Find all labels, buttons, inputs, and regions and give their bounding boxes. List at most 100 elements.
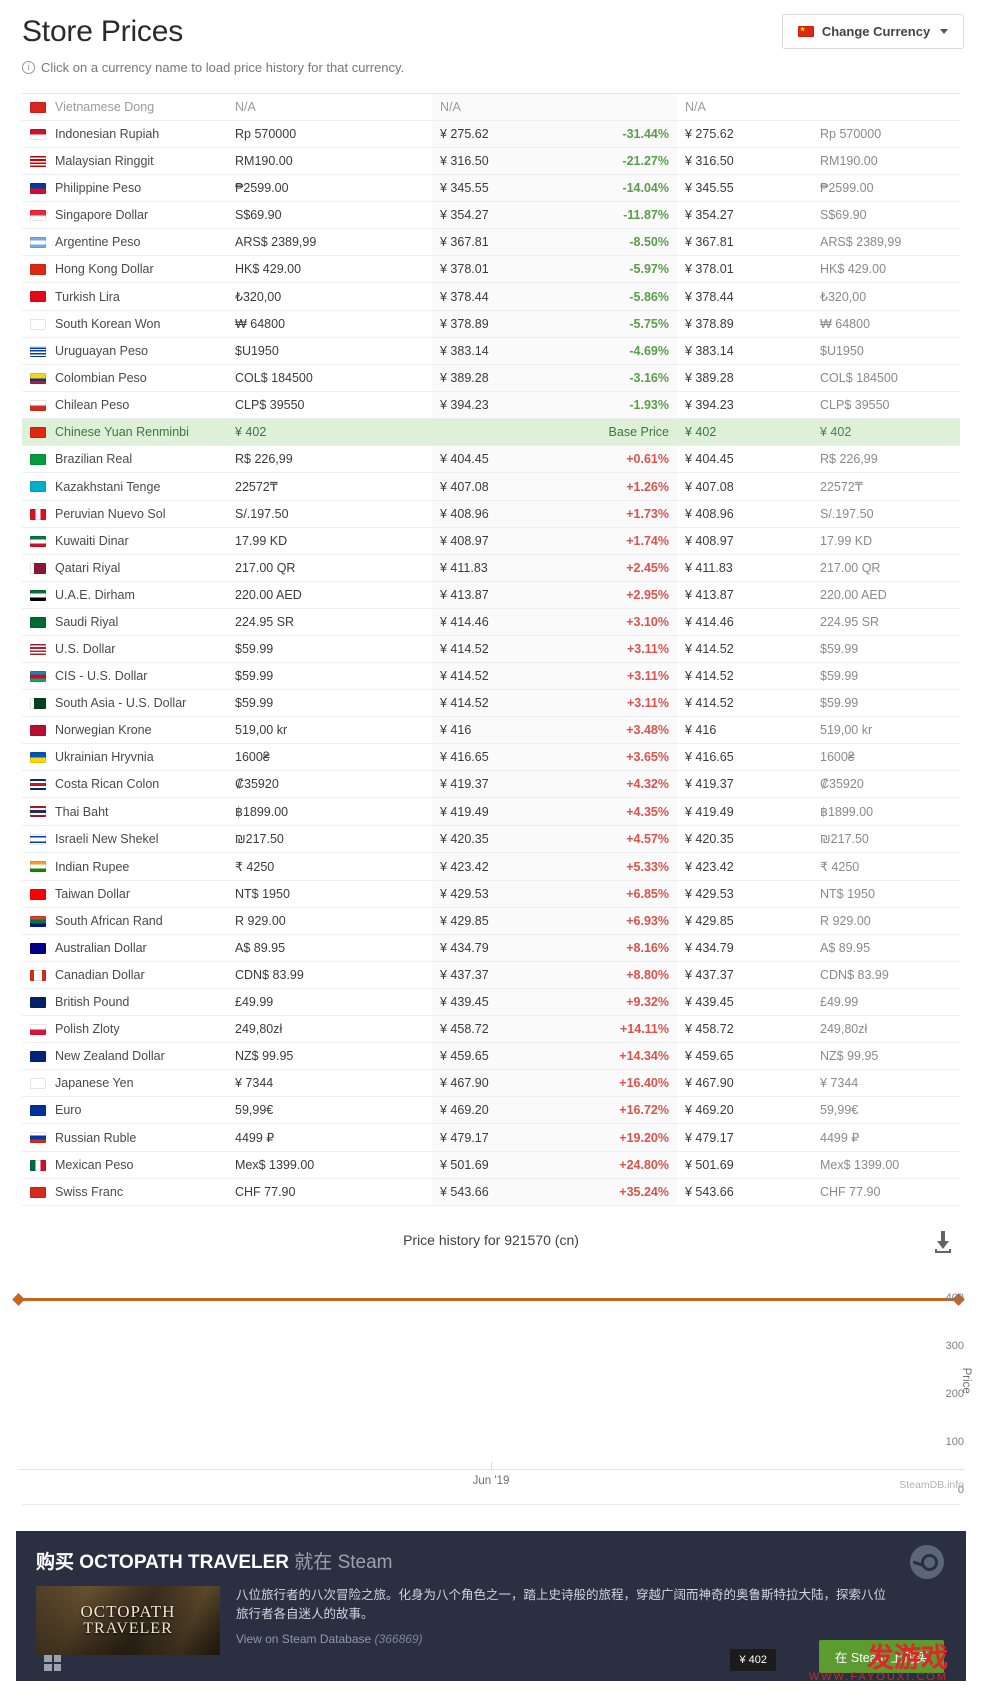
table-row[interactable]: Philippine Peso ₱2599.00 ¥ 345.55 -14.04% ¥ … <box>22 174 960 202</box>
watermark-url-text: WWW.FAYOUXI.COM <box>808 1671 948 1683</box>
table-row[interactable]: Indian Rupee ₹ 4250 ¥ 423.42 +5.33% ¥ 423.42… <box>22 852 960 881</box>
currency-name-cell[interactable]: South African Rand <box>22 908 227 935</box>
table-row[interactable]: Colombian Peso COL$ 184500 ¥ 389.28 -3.16% ¥… <box>22 364 960 392</box>
table-row[interactable]: U.A.E. Dirham 220.00 AED ¥ 413.87 +2.95% ¥ 4… <box>22 581 960 609</box>
lowest-price-cell: ¥ 408.97 <box>685 534 734 548</box>
currency-name-cell[interactable]: U.A.E. Dirham <box>22 582 227 609</box>
currency-name-cell[interactable]: Argentine Peso <box>22 229 227 256</box>
currency-name-cell[interactable]: Euro <box>22 1097 227 1124</box>
currency-name-cell[interactable]: Brazilian Real <box>22 446 227 473</box>
currency-name-label: Peruvian Nuevo Sol <box>55 507 166 521</box>
local-price-cell: ₡35920 <box>235 777 279 791</box>
converted-price-cell: ¥ 429.53 <box>432 880 552 908</box>
currency-name-cell[interactable]: British Pound <box>22 989 227 1016</box>
table-row[interactable]: Turkish Lira ₺320,00 ¥ 378.44 -5.86% ¥ 378.4… <box>22 282 960 311</box>
currency-name-cell[interactable]: Taiwan Dollar <box>22 881 227 908</box>
currency-name-cell[interactable]: Hong Kong Dollar <box>22 256 227 283</box>
flag-icon-pl <box>30 1023 46 1035</box>
table-row[interactable]: Malaysian Ringgit RM190.00 ¥ 316.50 -21.27%… <box>22 147 960 175</box>
table-row[interactable]: Thai Baht ฿1899.00 ¥ 419.49 +4.35% ¥ 419.49 ฿… <box>22 797 960 826</box>
table-row[interactable]: Taiwan Dollar NT$ 1950 ¥ 429.53 +6.85% ¥ 429… <box>22 880 960 908</box>
currency-name-cell[interactable]: Canadian Dollar <box>22 962 227 989</box>
steam-database-link[interactable]: View on Steam Database (366869) <box>236 1632 896 1646</box>
table-row[interactable]: Chinese Yuan Renminbi ¥ 402 Base Price ¥ 40… <box>22 418 960 446</box>
lowest-price-cell: ¥ 404.45 <box>685 452 734 466</box>
difference-cell: +2.45% <box>552 554 677 582</box>
table-row[interactable]: New Zealand Dollar NZ$ 99.95 ¥ 459.65 +14.3… <box>22 1042 960 1070</box>
local-price-cell: $59.99 <box>235 669 274 683</box>
table-row[interactable]: Swiss Franc CHF 77.90 ¥ 543.66 +35.24% ¥ 543… <box>22 1178 960 1206</box>
currency-name-cell[interactable]: Peruvian Nuevo Sol <box>22 501 227 528</box>
table-row[interactable]: Qatari Riyal 217.00 QR ¥ 411.83 +2.45% ¥ 411… <box>22 554 960 582</box>
currency-name-cell[interactable]: Indonesian Rupiah <box>22 121 227 148</box>
table-row[interactable]: British Pound £49.99 ¥ 439.45 +9.32% ¥ 439.4… <box>22 988 960 1016</box>
table-row[interactable]: Chilean Peso CLP$ 39550 ¥ 394.23 -1.93% ¥ 39… <box>22 391 960 419</box>
table-row[interactable]: Norwegian Krone 519,00 kr ¥ 416 +3.48% ¥ 416… <box>22 716 960 744</box>
table-row[interactable]: South Asia - U.S. Dollar $59.99 ¥ 414.52 +3… <box>22 689 960 717</box>
currency-name-cell[interactable]: Kazakhstani Tenge <box>22 473 227 501</box>
table-row[interactable]: Kazakhstani Tenge 22572₸ ¥ 407.08 +1.26% ¥ 4… <box>22 472 960 501</box>
table-row[interactable]: Peruvian Nuevo Sol S/.197.50 ¥ 408.96 +1.73… <box>22 500 960 528</box>
table-row[interactable]: Euro 59,99€ ¥ 469.20 +16.72% ¥ 469.20 59,99€ <box>22 1096 960 1124</box>
table-row[interactable]: South Korean Won ₩ 64800 ¥ 378.89 -5.75% ¥ 3… <box>22 310 960 338</box>
currency-name-cell[interactable]: Polish Zloty <box>22 1016 227 1043</box>
currency-name-cell[interactable]: Indian Rupee <box>22 853 227 881</box>
table-row[interactable]: Vietnamese Dong N/A N/A N/A <box>22 93 960 121</box>
currency-name-cell[interactable]: CIS - U.S. Dollar <box>22 663 227 690</box>
currency-name-label: Indian Rupee <box>55 859 130 874</box>
currency-name-cell[interactable]: Uruguayan Peso <box>22 338 227 365</box>
currency-name-cell[interactable]: Costa Rican Colon <box>22 771 227 798</box>
table-row[interactable]: Ukrainian Hryvnia 1600₴ ¥ 416.65 +3.65% ¥ 41… <box>22 743 960 771</box>
currency-name-cell[interactable]: Russian Ruble <box>22 1124 227 1152</box>
table-row[interactable]: Kuwaiti Dinar 17.99 KD ¥ 408.97 +1.74% ¥ 408… <box>22 527 960 555</box>
currency-name-cell[interactable]: Colombian Peso <box>22 365 227 392</box>
table-row[interactable]: Israeli New Shekel ₪217.50 ¥ 420.35 +4.57% ¥… <box>22 825 960 853</box>
local-price-cell: $U1950 <box>235 344 279 358</box>
chart-title: Price history for 921570 (cn) <box>403 1232 579 1248</box>
download-icon[interactable] <box>932 1230 954 1254</box>
currency-name-cell[interactable]: Turkish Lira <box>22 283 227 311</box>
currency-name-cell[interactable]: Japanese Yen <box>22 1070 227 1097</box>
table-row[interactable]: Japanese Yen ¥ 7344 ¥ 467.90 +16.40% ¥ 467.9… <box>22 1069 960 1097</box>
local-price-cell: R 929.00 <box>235 914 286 928</box>
currency-name-cell[interactable]: U.S. Dollar <box>22 636 227 663</box>
table-row[interactable]: Mexican Peso Mex$ 1399.00 ¥ 501.69 +24.80% ¥… <box>22 1151 960 1179</box>
change-currency-button[interactable]: ★ Change Currency <box>782 14 964 49</box>
currency-name-cell[interactable]: Kuwaiti Dinar <box>22 528 227 555</box>
local-price-cell: ฿1899.00 <box>235 805 289 819</box>
table-row[interactable]: Singapore Dollar S$69.90 ¥ 354.27 -11.87% ¥ … <box>22 201 960 229</box>
table-row[interactable]: Australian Dollar A$ 89.95 ¥ 434.79 +8.16% ¥… <box>22 934 960 962</box>
currency-name-cell[interactable]: Philippine Peso <box>22 175 227 202</box>
table-row[interactable]: Hong Kong Dollar HK$ 429.00 ¥ 378.01 -5.97%… <box>22 255 960 283</box>
currency-name-cell[interactable]: South Korean Won <box>22 311 227 338</box>
table-row[interactable]: U.S. Dollar $59.99 ¥ 414.52 +3.11% ¥ 414.52 $… <box>22 635 960 663</box>
table-row[interactable]: Brazilian Real R$ 226,99 ¥ 404.45 +0.61% ¥ 4… <box>22 445 960 473</box>
currency-name-cell[interactable]: Chilean Peso <box>22 392 227 419</box>
table-row[interactable]: Russian Ruble 4499 ₽ ¥ 479.17 +19.20% ¥ 479.… <box>22 1123 960 1152</box>
table-row[interactable]: South African Rand R 929.00 ¥ 429.85 +6.93%… <box>22 907 960 935</box>
currency-name-cell[interactable]: Thai Baht <box>22 798 227 826</box>
currency-name-cell[interactable]: Chinese Yuan Renminbi <box>22 418 227 446</box>
table-row[interactable]: Polish Zloty 249,80zł ¥ 458.72 +14.11% ¥ 458… <box>22 1015 960 1043</box>
currency-name-cell[interactable]: Mexican Peso <box>22 1152 227 1179</box>
currency-name-cell[interactable]: Singapore Dollar <box>22 202 227 229</box>
table-row[interactable]: Uruguayan Peso $U1950 ¥ 383.14 -4.69% ¥ 383.… <box>22 337 960 365</box>
currency-name-cell[interactable]: Malaysian Ringgit <box>22 148 227 175</box>
table-row[interactable]: Argentine Peso ARS$ 2389,99 ¥ 367.81 -8.50%… <box>22 228 960 256</box>
currency-name-cell[interactable]: Swiss Franc <box>22 1179 227 1206</box>
table-row[interactable]: Canadian Dollar CDN$ 83.99 ¥ 437.37 +8.80% ¥… <box>22 961 960 989</box>
table-row[interactable]: Saudi Riyal 224.95 SR ¥ 414.46 +3.10% ¥ 414.… <box>22 608 960 636</box>
currency-name-cell[interactable]: South Asia - U.S. Dollar <box>22 690 227 717</box>
currency-name-cell[interactable]: Vietnamese Dong <box>22 94 227 121</box>
currency-name-cell[interactable]: Saudi Riyal <box>22 609 227 636</box>
currency-name-cell[interactable]: Israeli New Shekel <box>22 826 227 853</box>
currency-name-cell[interactable]: New Zealand Dollar <box>22 1043 227 1070</box>
table-row[interactable]: Costa Rican Colon ₡35920 ¥ 419.37 +4.32% ¥ 4… <box>22 770 960 798</box>
table-row[interactable]: CIS - U.S. Dollar $59.99 ¥ 414.52 +3.11% ¥ 4… <box>22 662 960 690</box>
currency-name-cell[interactable]: Australian Dollar <box>22 935 227 962</box>
game-capsule-image[interactable]: OCTOPATH TRAVELER <box>36 1586 220 1655</box>
currency-name-cell[interactable]: Norwegian Krone <box>22 717 227 744</box>
table-row[interactable]: Indonesian Rupiah Rp 570000 ¥ 275.62 -31.44… <box>22 120 960 148</box>
currency-name-cell[interactable]: Ukrainian Hryvnia <box>22 744 227 771</box>
currency-name-cell[interactable]: Qatari Riyal <box>22 555 227 582</box>
